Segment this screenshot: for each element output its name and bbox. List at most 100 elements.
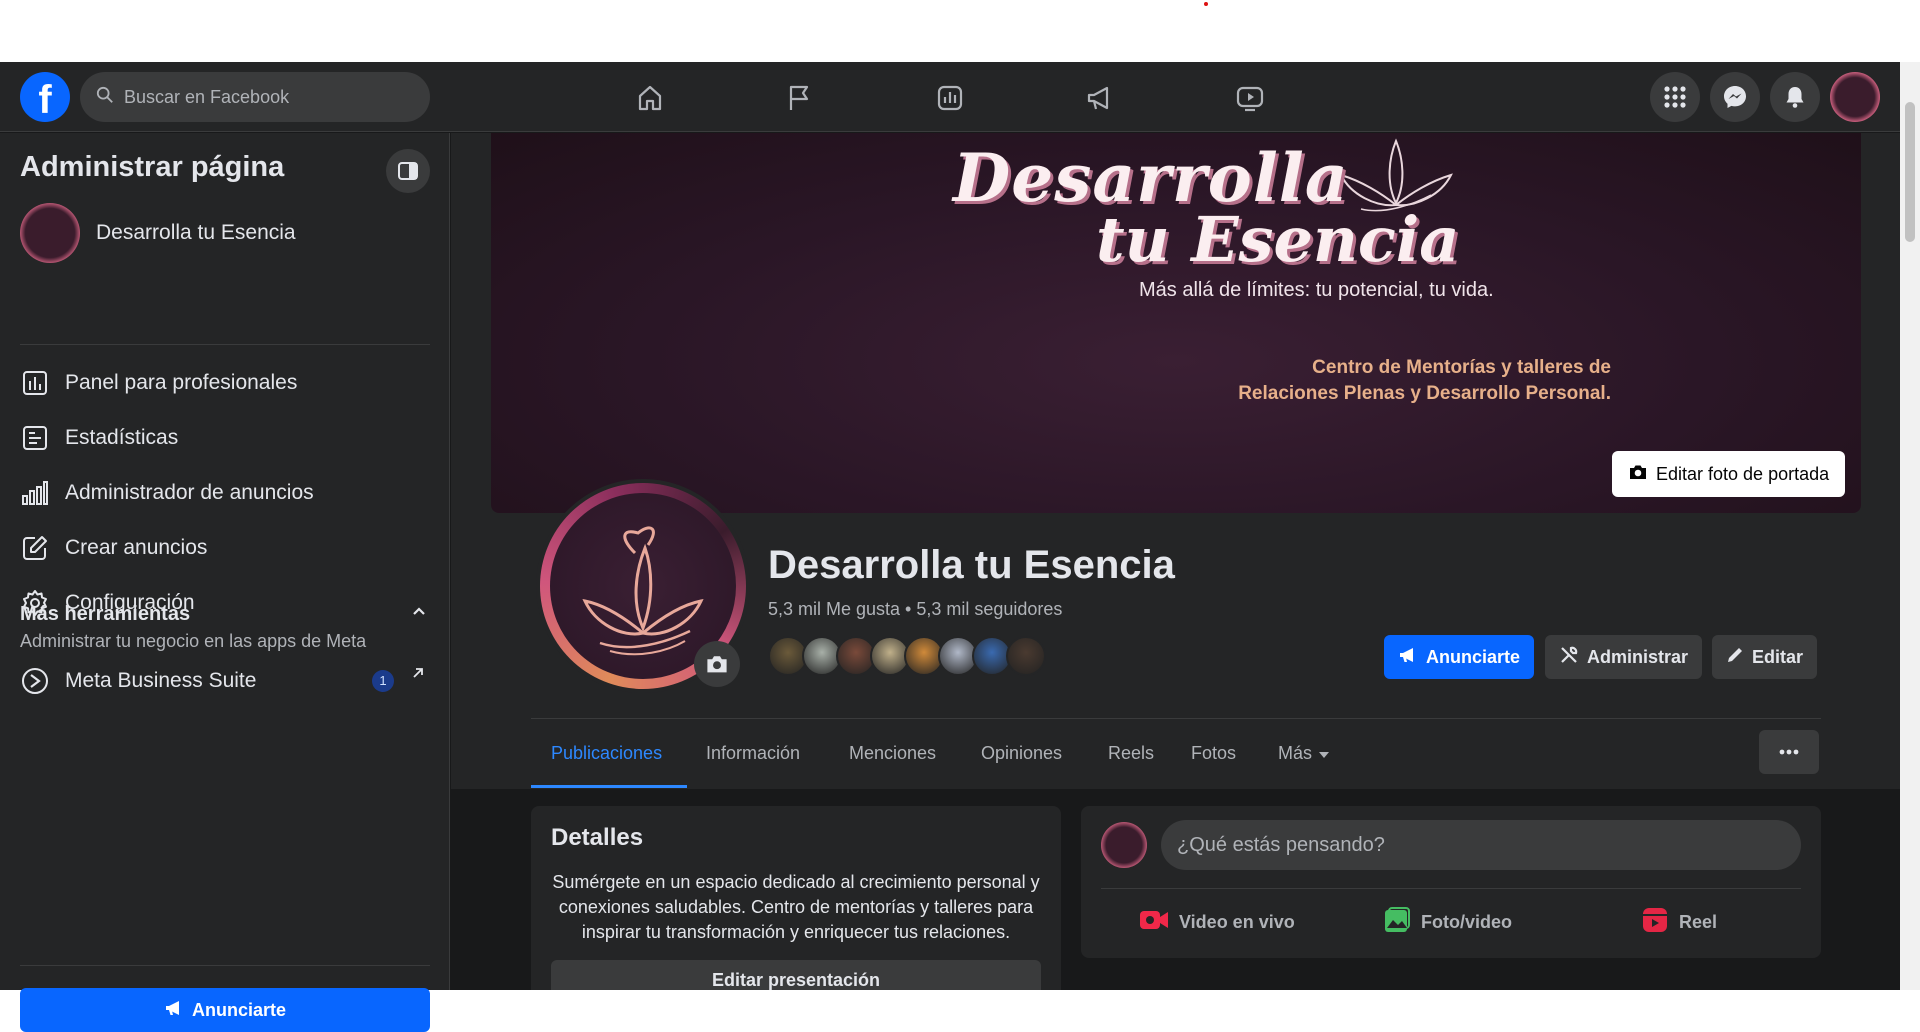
tab-mentions[interactable]: Menciones: [849, 743, 936, 764]
sidebar-item-stats[interactable]: Estadísticas: [20, 418, 178, 458]
tab-posts[interactable]: Publicaciones: [551, 743, 662, 764]
composer-avatar: [1101, 822, 1147, 868]
cover-photo[interactable]: Desarrolla tu Esencia Más allá de límite…: [491, 133, 1861, 513]
sidebar-item-panel[interactable]: Panel para profesionales: [20, 363, 297, 403]
sidebar-item-label: Meta Business Suite: [65, 669, 257, 692]
sidebar-item-label: Estadísticas: [65, 426, 179, 449]
messenger-icon[interactable]: [1710, 72, 1760, 122]
sidebar-page-name: Desarrolla tu Esencia: [96, 221, 296, 244]
tab-reels[interactable]: Reels: [1108, 743, 1154, 764]
account-avatar[interactable]: [1830, 72, 1880, 122]
sidebar-title: Administrar página: [20, 151, 285, 183]
sidebar-item-create-ads[interactable]: Crear anuncios: [20, 528, 207, 568]
manage-page-sidebar: Administrar página Desarrolla tu Esencia…: [0, 133, 450, 1032]
search-icon: [96, 86, 114, 109]
dashboard-icon: [20, 368, 50, 398]
tab-more[interactable]: Más: [1278, 743, 1330, 764]
live-video-label: Video en vivo: [1179, 911, 1295, 932]
megaphone-icon: [164, 998, 184, 1023]
search-input[interactable]: [124, 86, 404, 108]
scrollbar-thumb[interactable]: [1905, 102, 1915, 242]
manage-button[interactable]: Administrar: [1545, 635, 1703, 679]
chevron-up-icon[interactable]: [410, 603, 428, 626]
advertise-button[interactable]: Anunciarte: [20, 988, 430, 1032]
manage-label: Administrar: [1587, 646, 1689, 667]
page-stats[interactable]: 5,3 mil Me gusta • 5,3 mil seguidores: [768, 599, 1062, 620]
tab-photos[interactable]: Fotos: [1191, 743, 1236, 764]
advertise-label: Anunciarte: [191, 999, 287, 1020]
megaphone-icon[interactable]: [1078, 76, 1122, 120]
details-text: Sumérgete en un espacio dedicado al crec…: [552, 872, 1040, 942]
photo-video-button[interactable]: Foto/video: [1383, 902, 1512, 942]
advertise-button[interactable]: Anunciarte: [1384, 635, 1535, 679]
live-video-button[interactable]: Video en vivo: [1139, 902, 1295, 942]
edit-button[interactable]: Editar: [1712, 635, 1818, 679]
details-card: Detalles Sumérgete en un espacio dedicad…: [531, 806, 1061, 990]
edit-cover-button[interactable]: Editar foto de portada: [1612, 451, 1846, 497]
reel-label: Reel: [1679, 911, 1718, 932]
video-icon[interactable]: [1228, 76, 1272, 120]
divider: [1101, 888, 1801, 889]
reel-icon: [1641, 906, 1669, 939]
insights-icon[interactable]: [928, 76, 972, 120]
bell-icon[interactable]: [1770, 72, 1820, 122]
top-navbar: f: [0, 62, 1900, 132]
lotus-icon: [1339, 138, 1453, 212]
external-link-icon[interactable]: [410, 665, 426, 686]
details-title: Detalles: [551, 824, 644, 851]
meta-business-icon: [20, 666, 50, 696]
page-title: Desarrolla tu Esencia: [768, 543, 1175, 587]
photo-video-label: Foto/video: [1421, 911, 1512, 932]
post-composer: Video en vivo Foto/video Reel: [1081, 806, 1821, 958]
advertise-label: Anunciarte: [1426, 646, 1521, 667]
live-video-icon: [1139, 908, 1169, 937]
sidebar-item-label: Administrador de anuncios: [65, 481, 314, 504]
tools-icon: [1559, 645, 1579, 670]
page-scrollbar[interactable]: [1900, 62, 1920, 990]
photo-icon: [1383, 906, 1411, 939]
divider: [531, 718, 1821, 719]
camera-icon: [1628, 463, 1648, 486]
more-options-icon[interactable]: [1759, 730, 1819, 774]
edit-cover-label: Editar foto de portada: [1656, 463, 1830, 484]
sidebar-item-label: Crear anuncios: [65, 536, 208, 559]
tab-more-label: Más: [1278, 743, 1313, 763]
edit-label: Editar: [1752, 646, 1804, 667]
bar-chart-icon: [20, 478, 50, 508]
follower-avatars[interactable]: [768, 636, 1046, 676]
page-avatar: [20, 203, 80, 263]
megaphone-icon: [1398, 645, 1418, 670]
sidebar-item-ads-manager[interactable]: Administrador de anuncios: [20, 473, 314, 513]
cover-title-line2: tu Esencia: [1096, 203, 1460, 276]
edit-intro-button[interactable]: Editar presentación: [551, 960, 1041, 990]
home-icon[interactable]: [628, 76, 672, 120]
search-box[interactable]: [80, 72, 430, 122]
cover-tagline: Más allá de límites: tu potencial, tu vi…: [1139, 279, 1494, 301]
sidebar-item-meta-business[interactable]: Meta Business Suite: [20, 661, 256, 701]
reel-button[interactable]: Reel: [1641, 902, 1717, 942]
sidebar-item-label: Panel para profesionales: [65, 371, 298, 394]
divider: [20, 965, 430, 966]
caret-down-icon: [1318, 743, 1330, 764]
facebook-app: f A: [0, 62, 1920, 1032]
follower-avatar[interactable]: [1006, 636, 1046, 676]
divider: [20, 344, 430, 345]
more-tools-title[interactable]: Más herramientas: [20, 603, 190, 626]
pencil-icon: [1726, 646, 1744, 669]
flag-icon[interactable]: [778, 76, 822, 120]
cover-desc-line1: Centro de Mentorías y talleres de: [1312, 357, 1611, 378]
composer-input[interactable]: [1161, 820, 1801, 870]
menu-grid-icon[interactable]: [1650, 72, 1700, 122]
facebook-logo[interactable]: f: [20, 72, 70, 122]
sidebar-page-link[interactable]: Desarrolla tu Esencia: [20, 203, 296, 263]
active-tab-indicator: [531, 785, 687, 788]
sidebar-collapse-icon[interactable]: [386, 149, 430, 193]
tab-reviews[interactable]: Opiniones: [981, 743, 1062, 764]
page-main: Desarrolla tu Esencia Más allá de límite…: [451, 133, 1900, 990]
more-tools-subtitle: Administrar tu negocio en las apps de Me…: [20, 631, 367, 651]
indicator-dot: [1204, 2, 1208, 6]
tab-info[interactable]: Información: [706, 743, 800, 764]
browser-top-strip: [0, 0, 1920, 62]
camera-icon[interactable]: [694, 641, 740, 687]
edit-icon: [20, 533, 50, 563]
